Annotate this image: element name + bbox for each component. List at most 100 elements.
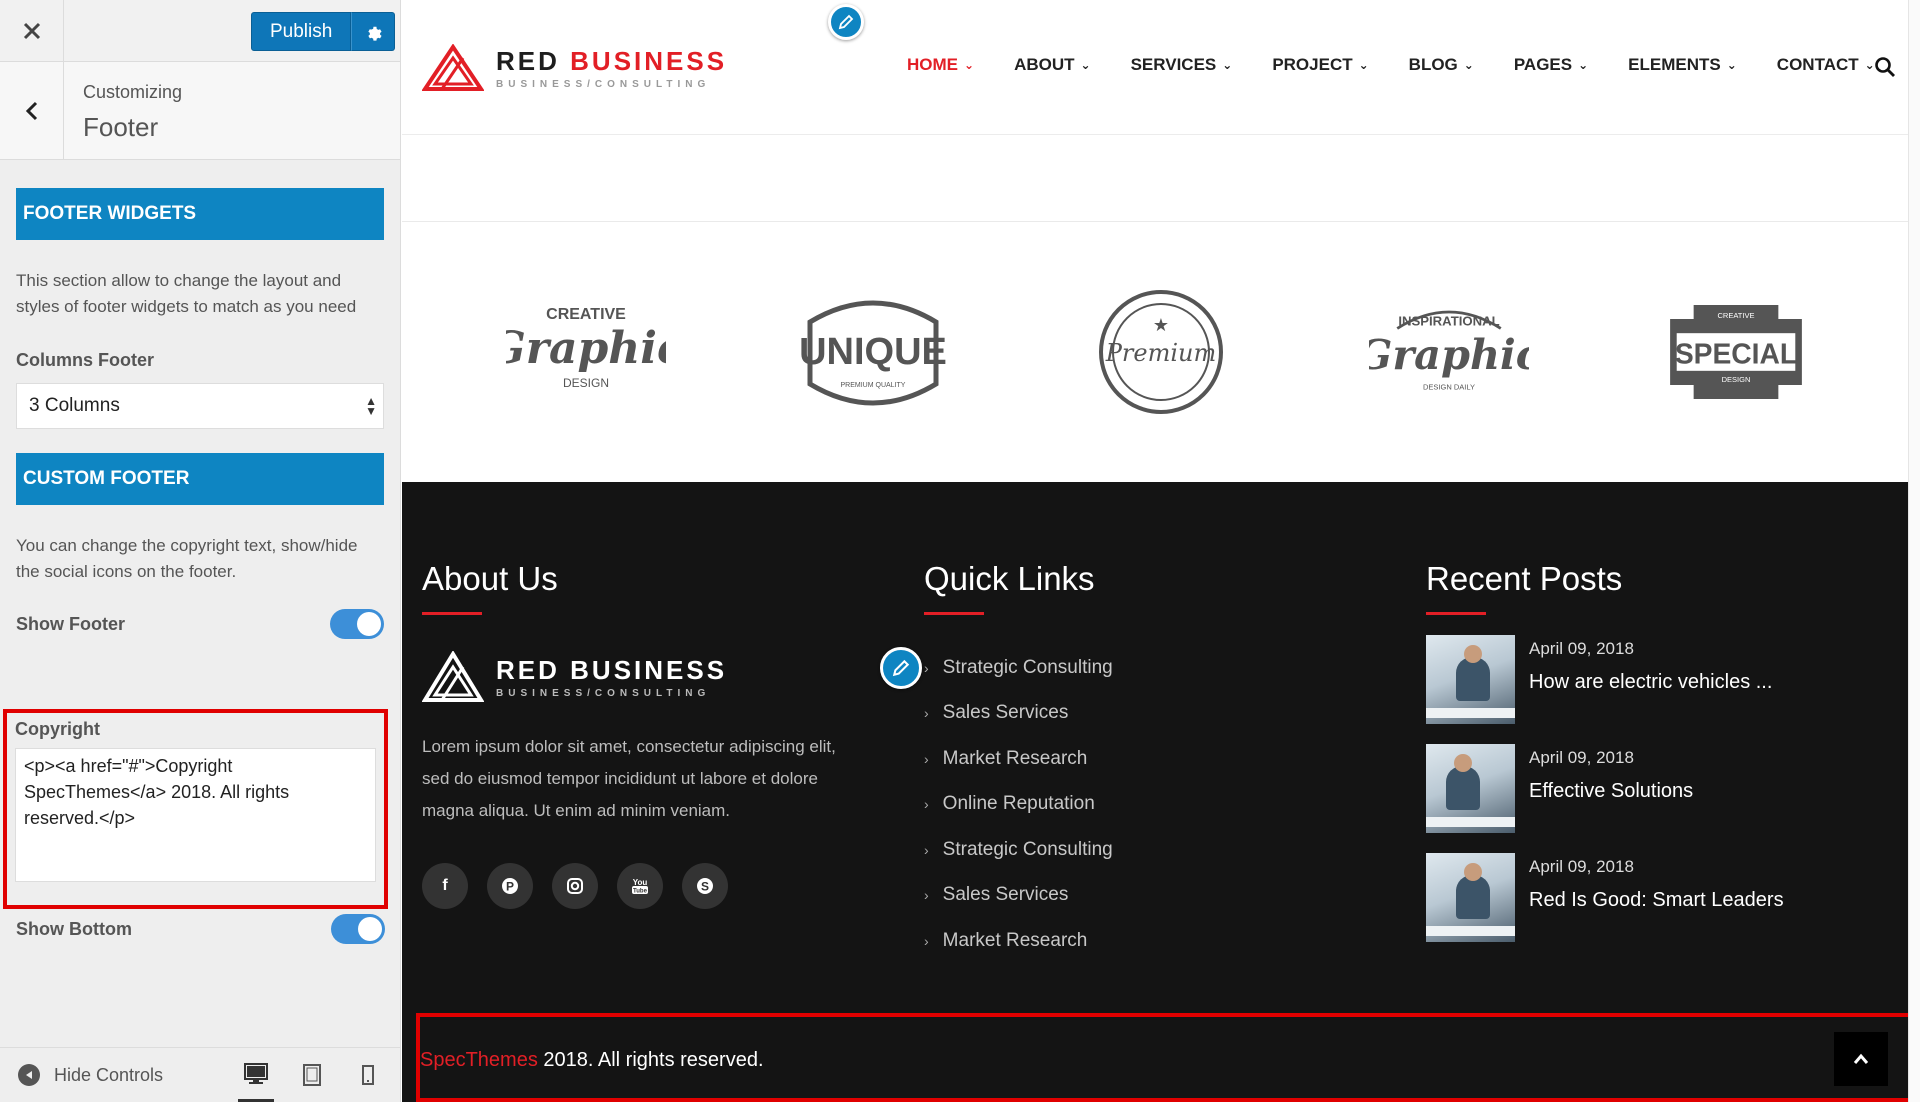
- youtube-icon[interactable]: You Tube: [617, 863, 663, 909]
- quick-link[interactable]: › Market Research: [924, 736, 1113, 782]
- back-button[interactable]: [0, 62, 64, 159]
- post-date: April 09, 2018: [1529, 857, 1634, 876]
- svg-text:INSPIRATIONAL: INSPIRATIONAL: [1398, 313, 1499, 328]
- quick-link[interactable]: › Market Research: [924, 918, 1113, 964]
- chevron-down-icon: ⌄: [964, 58, 975, 72]
- pencil-icon: [838, 14, 854, 30]
- tablet-preview-button[interactable]: [294, 1048, 330, 1102]
- triangle-logo-icon: [422, 44, 484, 91]
- svg-text:You: You: [633, 878, 648, 887]
- quick-link[interactable]: › Sales Services: [924, 691, 1113, 737]
- nav-item-home[interactable]: HOME ⌄: [887, 55, 994, 75]
- toggle-knob: [358, 917, 382, 941]
- show-footer-toggle[interactable]: [330, 609, 384, 639]
- svg-text:PREMIUM QUALITY: PREMIUM QUALITY: [841, 382, 906, 389]
- nav-item-about[interactable]: ABOUT ⌄: [994, 55, 1111, 75]
- pencil-icon: [892, 659, 910, 677]
- main-nav: HOME ⌄ ABOUT ⌄ SERVICES ⌄ PROJECT ⌄ BLOG ⌄ PA…: [887, 55, 1895, 75]
- mobile-icon: [362, 1065, 374, 1085]
- svg-text:S: S: [701, 880, 709, 894]
- logo-name-part2: BUSINESS: [570, 46, 728, 76]
- facebook-icon[interactable]: f: [422, 863, 468, 909]
- desktop-preview-button[interactable]: [238, 1048, 274, 1102]
- brand-logo-creative-graphic: CREATIVE Graphic DESIGN: [506, 282, 666, 422]
- pinterest-icon[interactable]: P: [487, 863, 533, 909]
- quick-link[interactable]: › Strategic Consulting: [924, 827, 1113, 873]
- quick-link[interactable]: › Strategic Consulting: [924, 645, 1113, 691]
- chevron-down-icon: ⌄: [1463, 58, 1474, 72]
- svg-text:CREATIVE: CREATIVE: [1718, 311, 1755, 320]
- chevron-right-icon: ›: [924, 932, 929, 949]
- svg-text:DESIGN: DESIGN: [563, 376, 609, 390]
- show-bottom-toggle[interactable]: [331, 914, 385, 944]
- copyright-link[interactable]: SpecThemes: [420, 1049, 538, 1071]
- nav-item-blog[interactable]: BLOG ⌄: [1389, 55, 1494, 75]
- desktop-icon: [244, 1062, 268, 1084]
- chevron-up-icon: [1853, 1053, 1869, 1064]
- columns-footer-select[interactable]: 3 Columns ▲ ▼: [16, 383, 384, 429]
- recent-post[interactable]: April 09, 2018 How are electric vehicles…: [1426, 635, 1784, 724]
- post-title: Red Is Good: Smart Leaders: [1529, 889, 1784, 911]
- footer-widgets-heading: FOOTER WIDGETS: [16, 188, 384, 240]
- quick-link[interactable]: › Online Reputation: [924, 782, 1113, 828]
- publish-settings-button[interactable]: [351, 12, 396, 51]
- nav-item-pages[interactable]: PAGES ⌄: [1494, 55, 1608, 75]
- back-to-top-button[interactable]: [1834, 1032, 1888, 1086]
- mobile-preview-button[interactable]: [350, 1048, 386, 1102]
- columns-footer-label: Columns Footer: [16, 350, 154, 370]
- close-customizer-button[interactable]: [0, 0, 64, 62]
- copyright-text: SpecThemes 2018. All rights reserved.: [420, 1049, 764, 1071]
- edit-shortcut-button[interactable]: [880, 647, 922, 689]
- custom-footer-description: You can change the copyright text, show/…: [16, 536, 358, 581]
- svg-text:CREATIVE: CREATIVE: [546, 306, 626, 323]
- triangle-logo-icon: [422, 651, 484, 702]
- device-preview-switcher: [238, 1048, 386, 1102]
- title-underline: [1426, 612, 1486, 615]
- post-thumbnail: [1426, 744, 1515, 833]
- svg-text:P: P: [506, 880, 514, 894]
- toggle-knob: [357, 612, 381, 636]
- brand-logo-premium: ★ Premium: [1081, 282, 1241, 422]
- logo-name-part1: RED: [496, 46, 560, 76]
- gear-icon: [368, 26, 382, 41]
- recent-post[interactable]: April 09, 2018 Red Is Good: Smart Leader…: [1426, 853, 1784, 942]
- search-button[interactable]: [1874, 56, 1896, 83]
- svg-text:Premium: Premium: [1105, 339, 1216, 367]
- quick-link[interactable]: › Sales Services: [924, 873, 1113, 919]
- post-title: How are electric vehicles ...: [1529, 671, 1773, 693]
- publish-group: Publish: [251, 12, 396, 51]
- footer-logo-name-part2: BUSINESS: [570, 655, 728, 685]
- site-preview: RED BUSINESS BUSINESS/CONSULTING HOME ⌄ A…: [402, 0, 1920, 1102]
- brand-logos-row: CREATIVE Graphic DESIGN UNIQUE PREMIUM Q…: [402, 222, 1920, 481]
- customizer-sidebar: Publish Customizing Footer FOOTER WIDGET…: [0, 0, 401, 1102]
- chevron-right-icon: ›: [924, 841, 929, 858]
- chevron-right-icon: ›: [924, 750, 929, 767]
- recent-post[interactable]: April 09, 2018 Effective Solutions: [1426, 744, 1784, 833]
- section-title: Footer: [83, 112, 159, 142]
- footer-recent-posts-column: Recent Posts April 09, 2018 How are elec…: [1426, 560, 1784, 942]
- hide-controls-label: Hide Controls: [54, 1064, 164, 1085]
- chevron-down-icon: ⌄: [1578, 58, 1589, 72]
- instagram-icon[interactable]: [552, 863, 598, 909]
- site-logo[interactable]: RED BUSINESS BUSINESS/CONSULTING: [422, 44, 727, 92]
- search-icon: [1875, 57, 1895, 77]
- post-date: April 09, 2018: [1529, 639, 1634, 658]
- edit-shortcut-button[interactable]: [828, 4, 864, 40]
- tablet-icon: [303, 1064, 321, 1086]
- svg-text:SPECIAL: SPECIAL: [1675, 337, 1797, 369]
- nav-item-elements[interactable]: ELEMENTS ⌄: [1608, 55, 1757, 75]
- publish-button[interactable]: Publish: [251, 12, 352, 51]
- svg-text:DESIGN: DESIGN: [1722, 375, 1751, 384]
- preview-scrollbar[interactable]: [1908, 0, 1920, 1102]
- nav-item-services[interactable]: SERVICES ⌄: [1111, 55, 1253, 75]
- skype-icon[interactable]: S: [682, 863, 728, 909]
- show-footer-label: Show Footer: [16, 613, 125, 634]
- nav-item-project[interactable]: PROJECT ⌄: [1252, 55, 1388, 75]
- copyright-textarea[interactable]: <p><a href="#">Copyright SpecThemes</a> …: [15, 748, 376, 882]
- customizing-label: Customizing: [83, 82, 183, 102]
- svg-text:UNIQUE: UNIQUE: [799, 331, 947, 373]
- footer-quick-links-column: Quick Links › Strategic Consulting › Sales…: [924, 560, 1113, 964]
- hide-controls-button[interactable]: Hide Controls: [18, 1064, 163, 1086]
- footer-logo: RED BUSINESS BUSINESS/CONSULTING: [422, 651, 862, 703]
- brand-logo-special: CREATIVE SPECIAL DESIGN: [1656, 282, 1816, 422]
